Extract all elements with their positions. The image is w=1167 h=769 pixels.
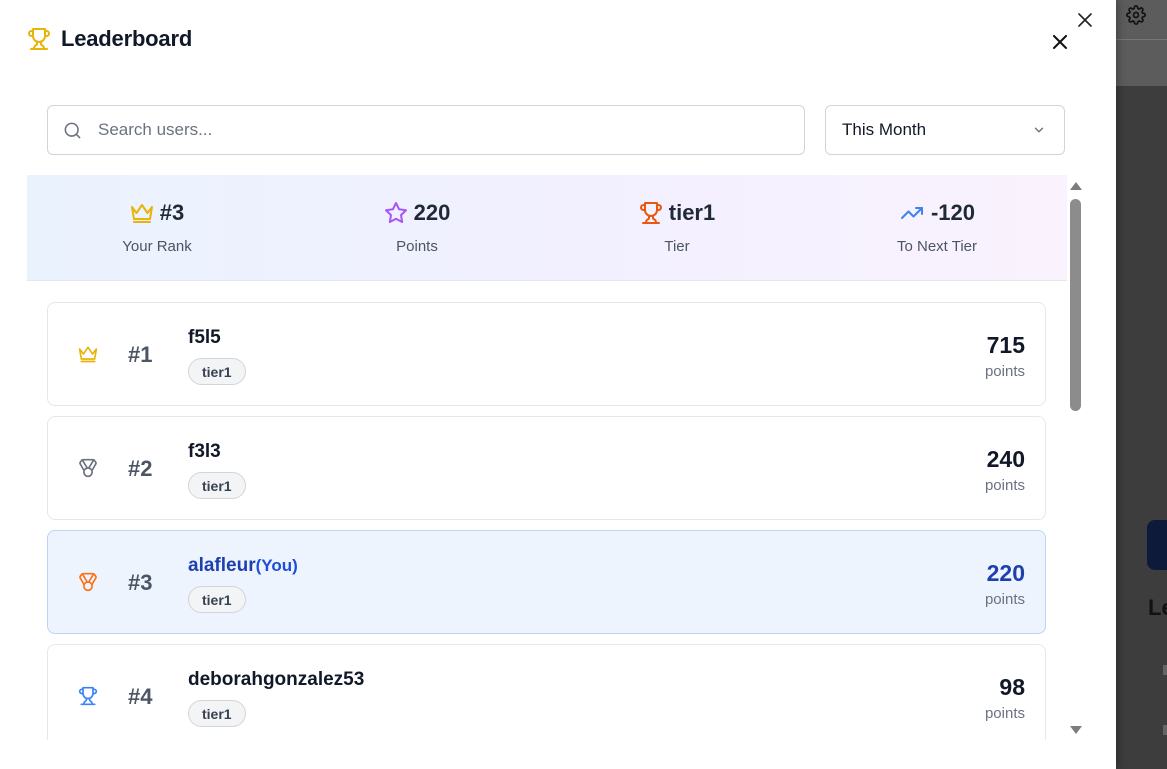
close-icon xyxy=(1053,35,1067,49)
tier-badge: tier1 xyxy=(188,358,246,385)
leaderboard-row[interactable]: #1 f5l5 tier1 715 points xyxy=(47,302,1046,406)
leaderboard-row-current-user[interactable]: #3 alafleur(You) tier1 220 points xyxy=(47,530,1046,634)
trophy-icon xyxy=(78,686,98,706)
leaderboard-row[interactable]: #4 deborahgonzalez53 tier1 98 points xyxy=(47,644,1046,740)
stat-value: -120 xyxy=(930,200,976,225)
rank-number: #1 xyxy=(128,342,153,367)
stat-label: To Next Tier xyxy=(896,238,978,255)
scrollbar[interactable] xyxy=(1067,176,1084,739)
medal-icon xyxy=(79,572,97,592)
search-box[interactable] xyxy=(47,105,805,155)
stat-label: Your Rank xyxy=(122,238,192,255)
trophy-icon xyxy=(639,202,662,224)
rank-number: #4 xyxy=(128,684,153,709)
user-stats-banner: #3 Your Rank 220 Points tier1 Tier -120 … xyxy=(27,175,1067,281)
username: deborahgonzalez53 xyxy=(188,669,365,690)
points-label: points xyxy=(984,591,1025,608)
scroll-up-arrow[interactable] xyxy=(1070,182,1082,190)
leaderboard-content: #3 Your Rank 220 Points tier1 Tier -120 … xyxy=(27,175,1085,740)
chevron-down-icon xyxy=(1034,127,1044,133)
scrollbar-thumb[interactable] xyxy=(1070,199,1081,411)
trophy-icon xyxy=(28,28,50,50)
leaderboard-dialog: Leaderboard This Month #3 Your Rank 220 xyxy=(0,0,1116,769)
stat-rank: #3 Your Rank xyxy=(27,175,287,280)
close-icon xyxy=(1078,13,1092,27)
stat-next-tier: -120 To Next Tier xyxy=(807,175,1067,280)
points-label: points xyxy=(984,477,1025,494)
background-app: Le xyxy=(1116,0,1167,769)
stat-label: Tier xyxy=(664,238,690,255)
dialog-title: Leaderboard xyxy=(61,26,193,51)
period-select[interactable]: This Month xyxy=(825,105,1065,155)
points-value: 98 xyxy=(999,674,1025,700)
close-button[interactable] xyxy=(1075,10,1095,30)
dialog-close-button[interactable] xyxy=(1049,31,1071,53)
crown-icon xyxy=(78,346,98,363)
you-tag: (You) xyxy=(255,556,298,575)
scroll-down-arrow[interactable] xyxy=(1070,726,1082,734)
background-button xyxy=(1147,520,1167,570)
period-select-value: This Month xyxy=(842,120,927,139)
trending-up-icon xyxy=(900,207,923,219)
search-icon xyxy=(64,122,81,138)
points-label: points xyxy=(984,705,1025,722)
points-value: 240 xyxy=(986,446,1025,472)
tier-badge: tier1 xyxy=(188,586,246,613)
stat-points: 220 Points xyxy=(287,175,547,280)
rank-number: #2 xyxy=(128,456,153,481)
points-label: points xyxy=(984,363,1025,380)
points-value: 220 xyxy=(986,560,1025,586)
tier-badge: tier1 xyxy=(188,472,246,499)
star-icon xyxy=(384,202,407,224)
crown-icon xyxy=(130,204,153,223)
username: f3l3 xyxy=(188,441,221,462)
username: f5l5 xyxy=(188,327,221,348)
username: alafleur(You) xyxy=(188,555,298,577)
medal-icon xyxy=(79,458,97,478)
stat-value: 220 xyxy=(413,200,451,225)
points-value: 715 xyxy=(986,332,1025,358)
rank-number: #3 xyxy=(128,570,153,595)
stat-value: tier1 xyxy=(668,200,716,225)
leaderboard-row[interactable]: #2 f3l3 tier1 240 points xyxy=(47,416,1046,520)
gear-icon[interactable] xyxy=(1126,5,1146,25)
stat-label: Points xyxy=(396,238,438,255)
search-input[interactable] xyxy=(98,120,758,140)
background-topbar xyxy=(1116,0,1167,86)
background-panel xyxy=(1116,86,1167,769)
background-heading: Le xyxy=(1148,595,1167,620)
username-text: alafleur xyxy=(188,555,256,576)
dialog-header: Leaderboard xyxy=(27,26,192,52)
tier-badge: tier1 xyxy=(188,700,246,727)
stat-value: #3 xyxy=(159,200,185,225)
stat-tier: tier1 Tier xyxy=(547,175,807,280)
